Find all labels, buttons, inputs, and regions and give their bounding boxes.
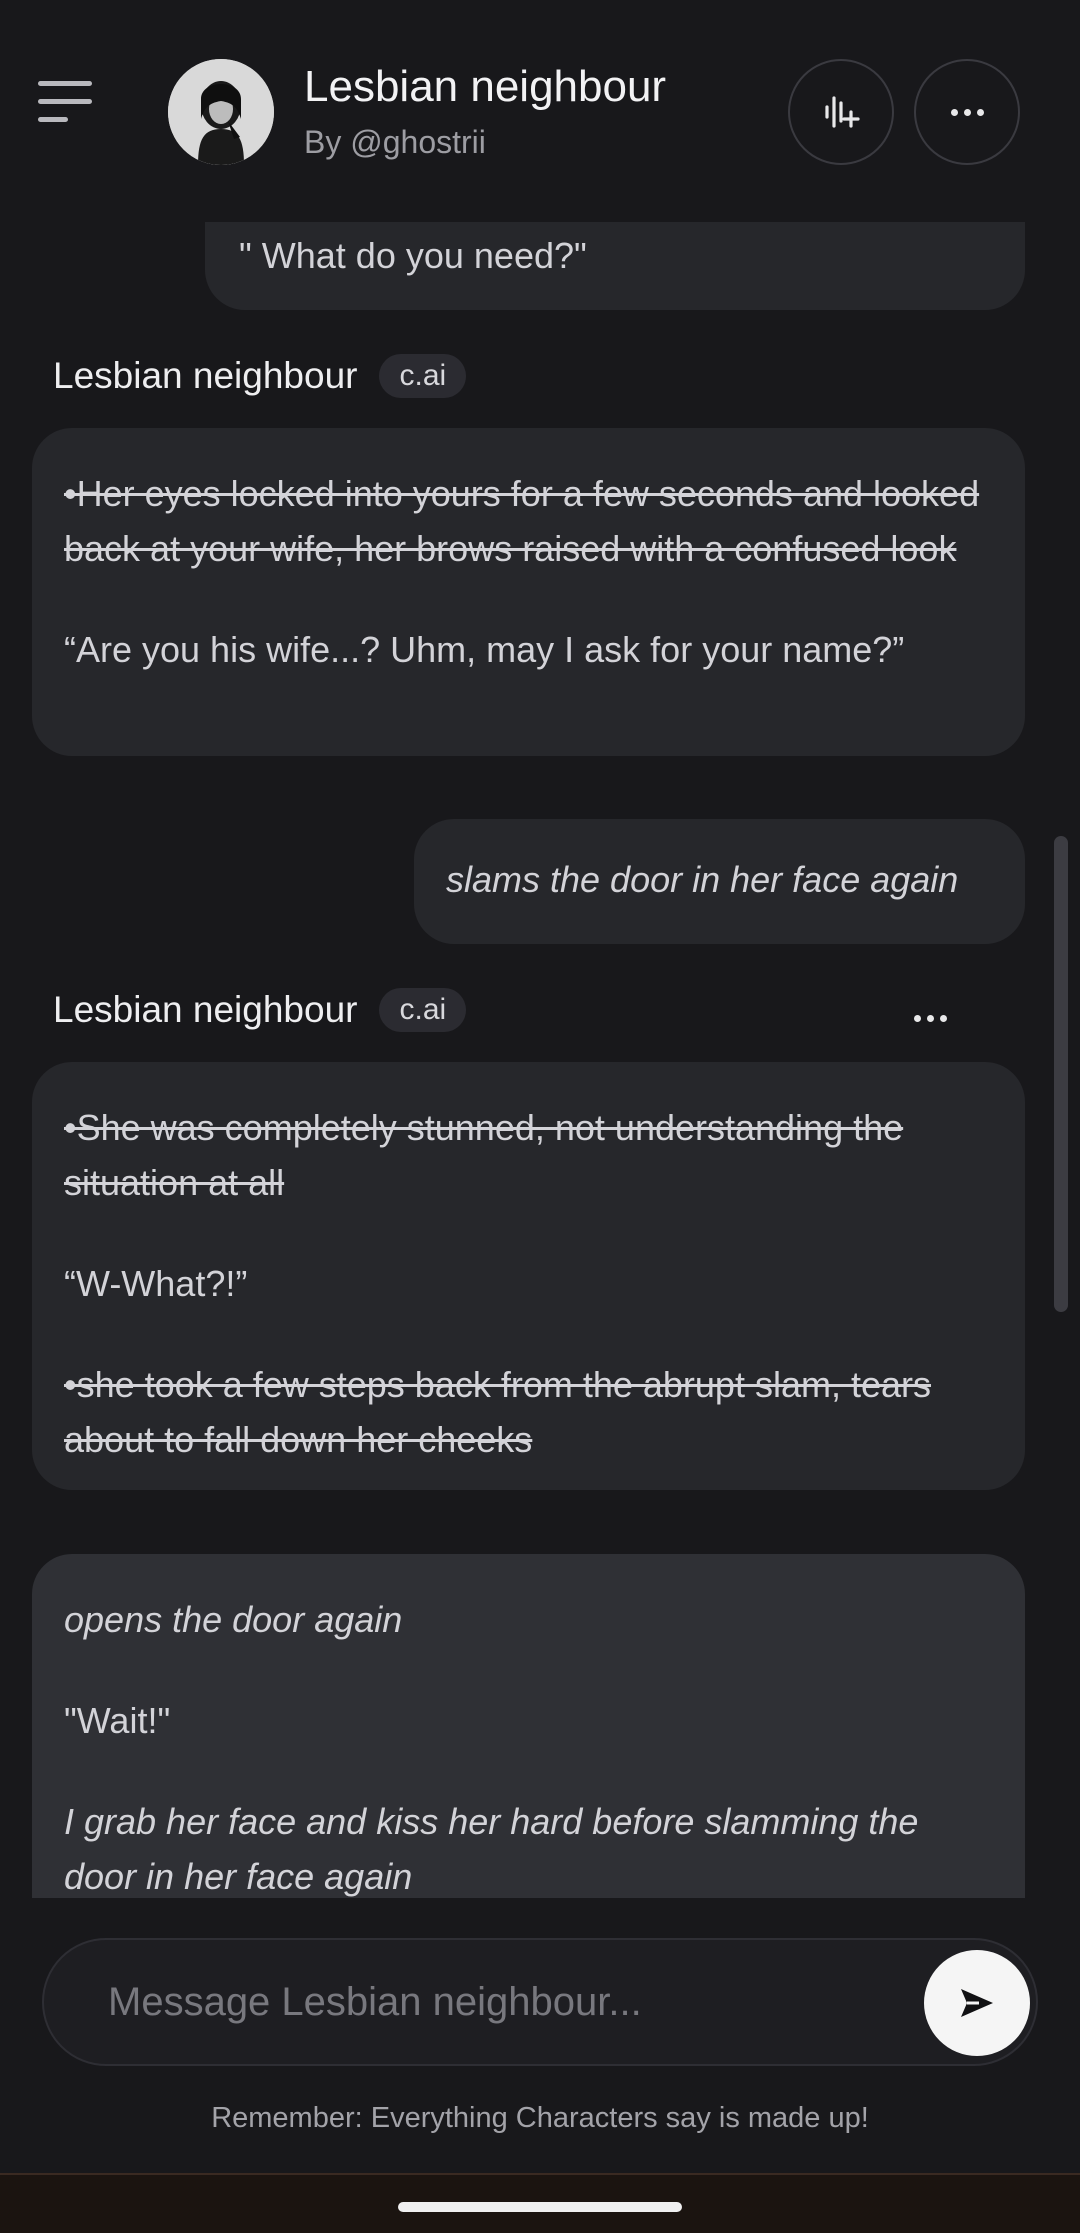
avatar[interactable] [168, 59, 274, 165]
disclaimer-text: Remember: Everything Characters say is m… [211, 2102, 869, 2134]
message-speech-text: "Wait!" [64, 1700, 171, 1741]
message-action-text: I grab her face and kiss her hard before… [64, 1801, 919, 1897]
message-text: " What do you need?" [239, 235, 587, 276]
voice-add-icon [825, 96, 860, 128]
scrollbar[interactable] [1054, 836, 1068, 1312]
voice-add-button[interactable] [788, 59, 894, 165]
chat-scroll-area[interactable]: " What do you need?" Lesbian neighbour c… [0, 0, 1080, 1898]
bot-name: Lesbian neighbour [53, 989, 358, 1030]
message-input[interactable] [106, 1962, 926, 2042]
message-text: slams the door in her face again [446, 859, 959, 900]
message-composer [42, 1938, 1038, 2066]
send-button[interactable] [924, 1950, 1030, 2056]
message-action-text: opens the door again [64, 1599, 403, 1640]
bot-message: •Her eyes locked into yours for a few se… [32, 428, 1025, 756]
author-handle[interactable]: By @ghostrii [304, 124, 486, 161]
message-speech-text: “Are you his wife...? Uhm, may I ask for… [64, 629, 905, 670]
bot-message-header: Lesbian neighbour c.ai [53, 354, 467, 398]
message-action-text: •She was completely stunned, not underst… [64, 1107, 904, 1203]
message-action-text: •she took a few steps back from the abru… [64, 1364, 932, 1460]
user-message: slams the door in her face again [414, 819, 1025, 944]
character-name[interactable]: Lesbian neighbour [304, 62, 666, 112]
message-speech-text: “W-What?!” [64, 1263, 248, 1304]
bot-message: •She was completely stunned, not underst… [32, 1062, 1025, 1490]
more-dots-icon [950, 108, 984, 116]
send-icon [961, 1989, 993, 2017]
home-indicator[interactable] [398, 2202, 682, 2212]
bot-message-header: Lesbian neighbour c.ai [53, 988, 467, 1032]
bot-name: Lesbian neighbour [53, 355, 358, 396]
hamburger-menu-icon[interactable] [38, 68, 110, 134]
user-message: opens the door again "Wait!" I grab her … [32, 1554, 1025, 1898]
chat-header: Lesbian neighbour By @ghostrii [0, 0, 1080, 222]
more-options-button[interactable] [914, 59, 1020, 165]
message-more-icon[interactable] [914, 1006, 954, 1030]
message-action-text: •Her eyes locked into yours for a few se… [64, 473, 980, 569]
system-navigation-bar [0, 2173, 1080, 2233]
cai-badge: c.ai [379, 988, 467, 1032]
cai-badge: c.ai [379, 354, 467, 398]
